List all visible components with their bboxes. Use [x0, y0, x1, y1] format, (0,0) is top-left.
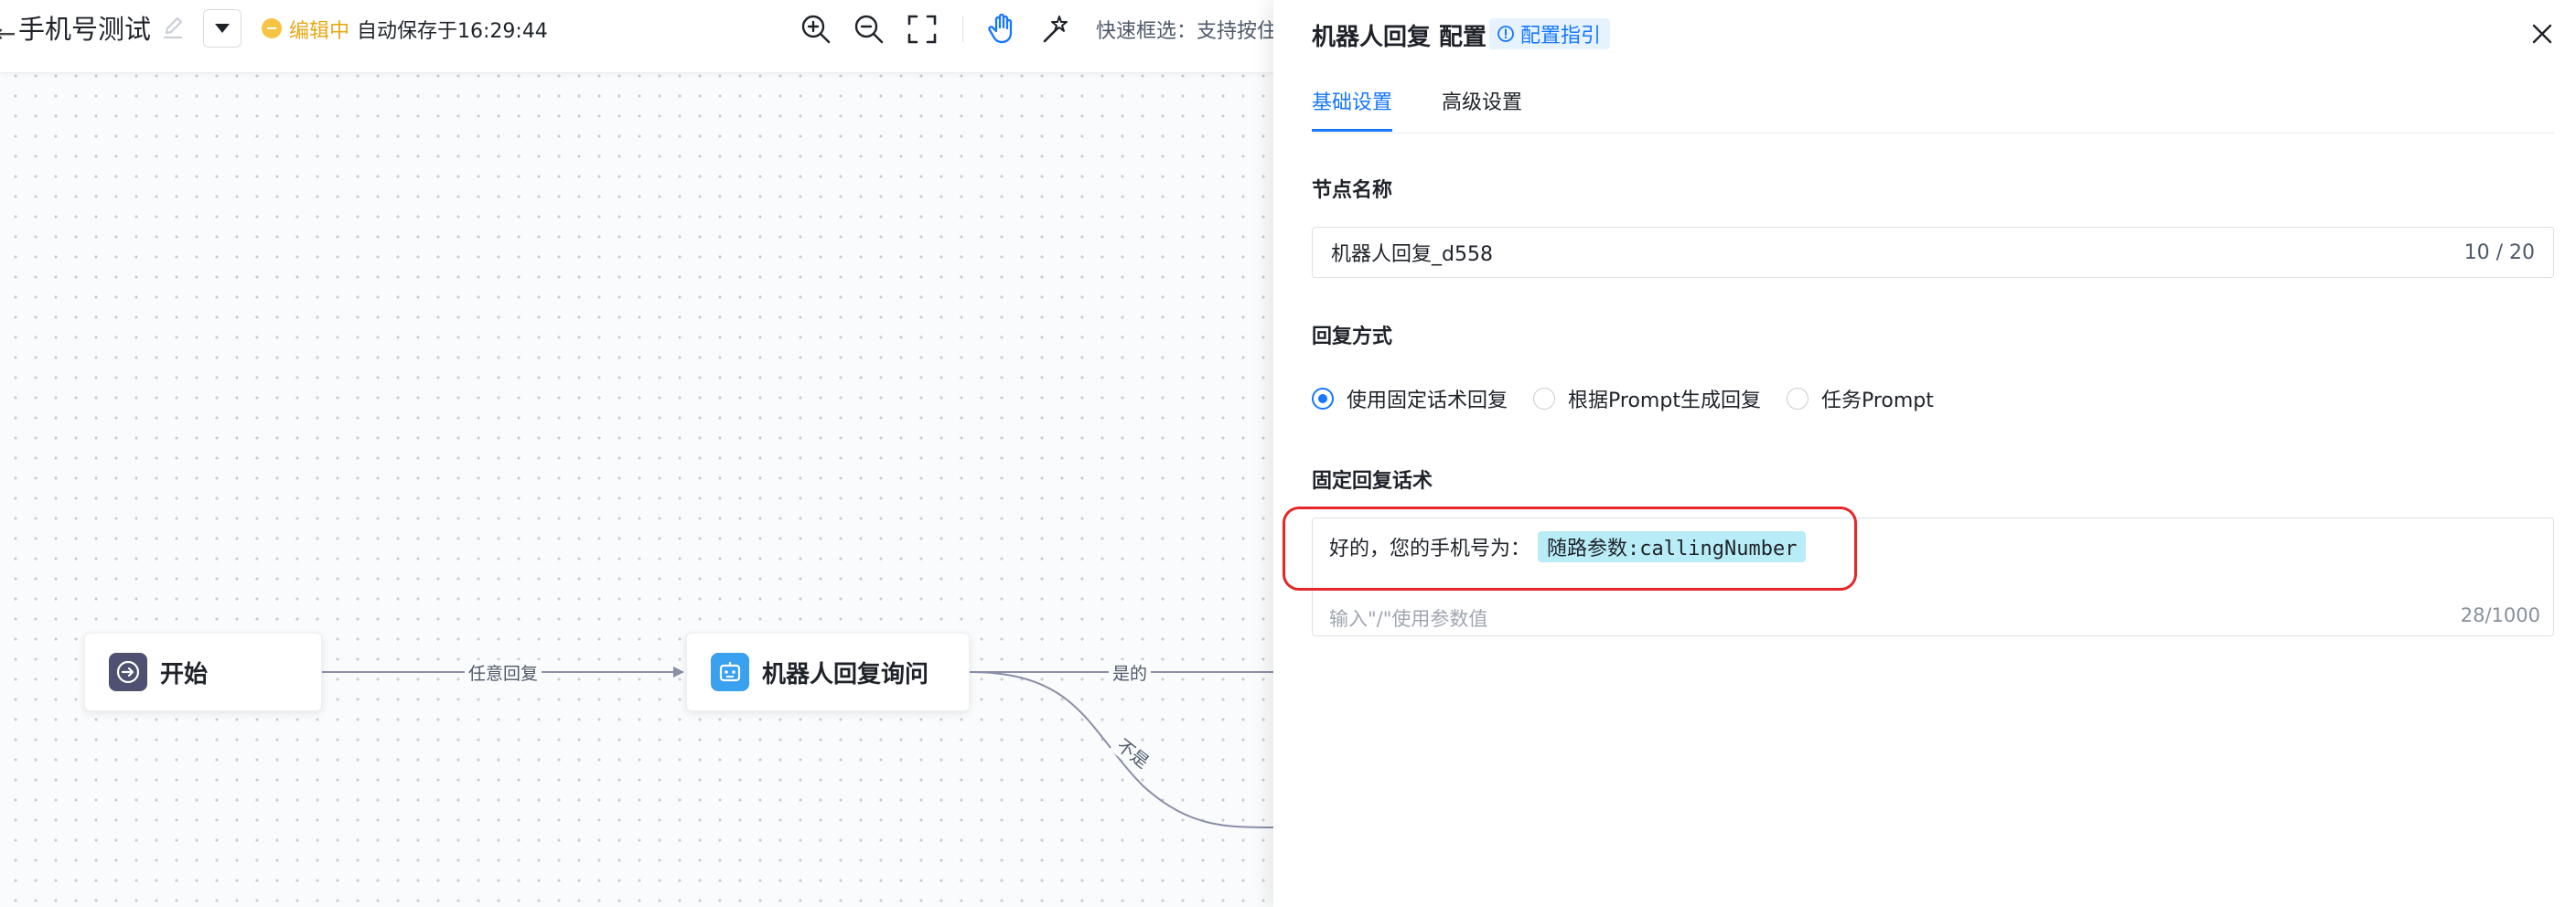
zoom-out-icon[interactable] [851, 11, 887, 48]
toolbar-divider [962, 16, 963, 42]
radio-label: 根据Prompt生成回复 [1568, 389, 1761, 412]
node-config-panel: 机器人回复 配置 配置指引 基础设置 高级设置 节点名称 机器人回复_d558 … [1273, 0, 2576, 907]
config-guide-link[interactable]: 配置指引 [1489, 18, 1611, 49]
editor-toolbar: ← 手机号测试 编辑中 自动保存于16:29:44 快速框选：支持按住 [0, 0, 1277, 73]
radio-task-prompt[interactable]: 任务Prompt [1786, 384, 1934, 413]
node-name-label: 节点名称 [1312, 179, 1393, 202]
edge-label-any-reply: 任意回复 [465, 660, 542, 685]
edge-label-yes: 是的 [1109, 660, 1152, 685]
node-name-value: 机器人回复_d558 [1331, 243, 1493, 266]
editing-status-icon [262, 18, 282, 38]
flow-node-bot-reply[interactable]: 机器人回复询问 [686, 633, 970, 711]
node-name-counter: 10 / 20 [2463, 240, 2535, 264]
reply-counter: 28/1000 [2460, 604, 2540, 626]
app-root: 任意回复 是的 不是 开始 机器人回复询问 ← 手机号测试 编辑中 自动保存于1… [0, 0, 2576, 907]
edit-title-icon[interactable] [159, 15, 187, 42]
reply-placeholder: 输入"/"使用参数值 [1329, 608, 1488, 630]
close-icon[interactable] [2528, 20, 2556, 48]
start-node-icon [109, 653, 147, 691]
robot-icon [711, 653, 749, 691]
fixed-reply-editor[interactable]: 好的，您的手机号为： 随路参数:callingNumber 输入"/"使用参数值… [1312, 518, 2554, 636]
radio-dot [1533, 388, 1556, 410]
node-name-input[interactable]: 机器人回复_d558 10 / 20 [1312, 227, 2554, 278]
radio-dot [1312, 388, 1334, 410]
info-icon [1497, 26, 1514, 42]
box-select-hint: 快速框选：支持按住 [1096, 20, 1278, 43]
autosave-time: 自动保存于16:29:44 [357, 20, 548, 43]
radio-label: 任务Prompt [1820, 389, 1934, 412]
zoom-in-icon[interactable] [798, 11, 834, 48]
fit-view-icon[interactable] [904, 11, 940, 48]
node-label: 机器人回复询问 [762, 660, 929, 688]
radio-fixed-reply[interactable]: 使用固定话术回复 [1312, 384, 1508, 413]
tab-advanced-settings[interactable]: 高级设置 [1442, 86, 1522, 132]
flow-edges [322, 667, 1273, 828]
hand-pan-icon[interactable] [984, 11, 1021, 48]
radio-dot [1786, 388, 1809, 410]
reply-content: 好的，您的手机号为： 随路参数:callingNumber [1329, 531, 1807, 562]
tab-basic-settings[interactable]: 基础设置 [1312, 86, 1393, 132]
flow-node-start[interactable]: 开始 [84, 633, 322, 711]
radio-prompt-reply[interactable]: 根据Prompt生成回复 [1533, 384, 1761, 413]
more-dropdown-button[interactable] [203, 9, 242, 48]
radio-label: 使用固定话术回复 [1347, 389, 1508, 412]
fixed-reply-label: 固定回复话术 [1312, 470, 1433, 493]
flow-canvas[interactable]: 任意回复 是的 不是 开始 机器人回复询问 ← 手机号测试 编辑中 自动保存于1… [0, 0, 1277, 907]
node-label: 开始 [160, 660, 209, 688]
param-tag-calling-number[interactable]: 随路参数:callingNumber [1538, 531, 1807, 562]
config-tabs: 基础设置 高级设置 [1312, 82, 2554, 133]
magic-select-icon[interactable] [1037, 11, 1074, 48]
flow-title: 手机号测试 [18, 14, 152, 45]
reply-text: 好的，您的手机号为： [1329, 538, 1531, 560]
editing-status: 编辑中 [289, 20, 350, 43]
reply-mode-label: 回复方式 [1312, 325, 1393, 348]
reply-mode-radio-group: 使用固定话术回复 根据Prompt生成回复 任务Prompt [1312, 384, 1959, 413]
back-arrow-icon[interactable]: ← [0, 18, 16, 48]
panel-title: 机器人回复 配置 [1312, 24, 1487, 51]
config-guide-label: 配置指引 [1520, 25, 1602, 48]
caret-down-icon [215, 24, 230, 33]
